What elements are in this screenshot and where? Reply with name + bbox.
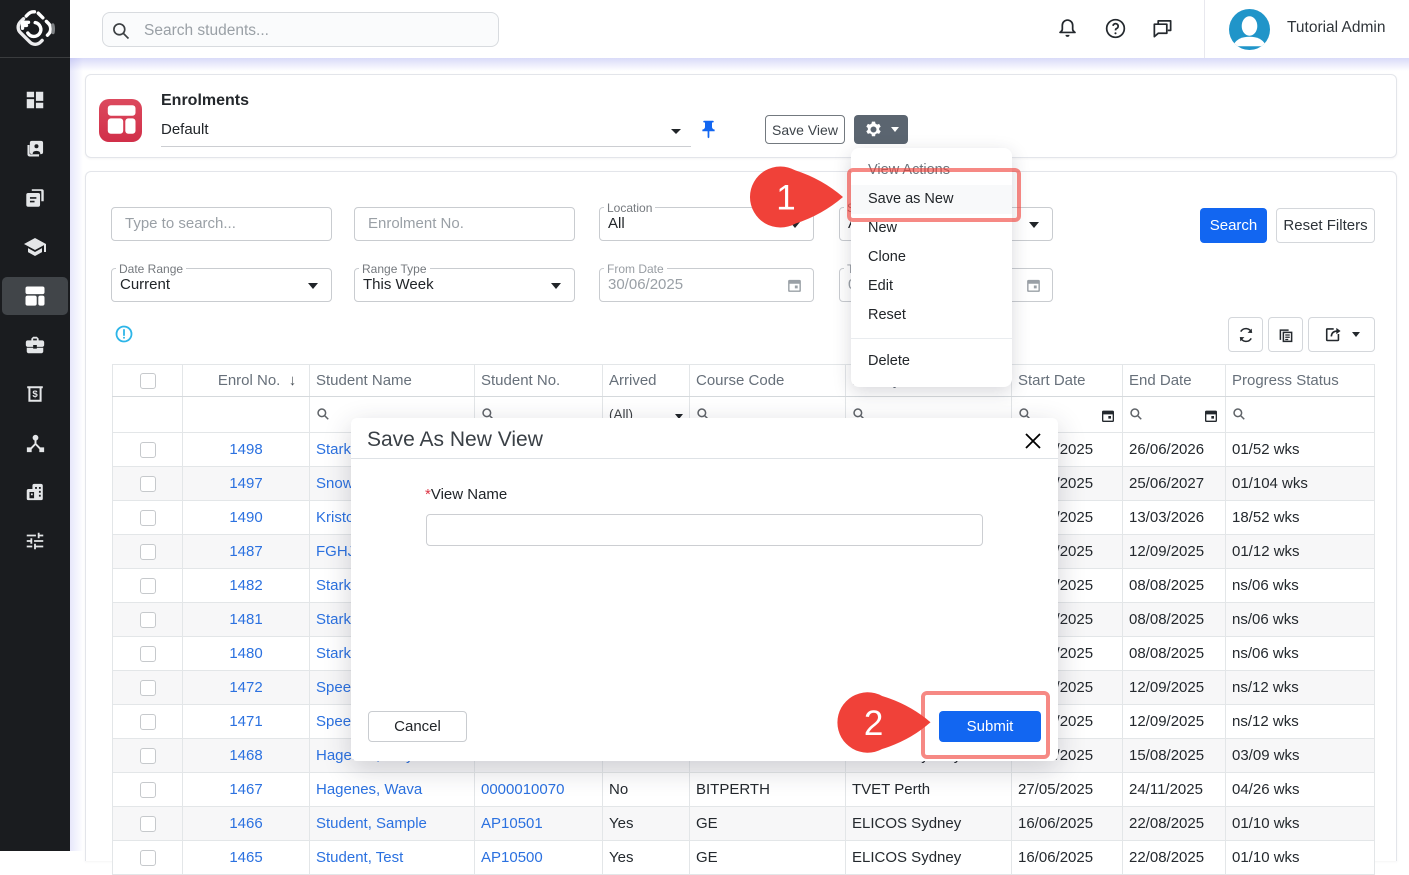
svg-text:1: 1 bbox=[776, 179, 795, 218]
svg-text:2: 2 bbox=[864, 704, 883, 743]
svg-text:$: $ bbox=[32, 389, 38, 400]
